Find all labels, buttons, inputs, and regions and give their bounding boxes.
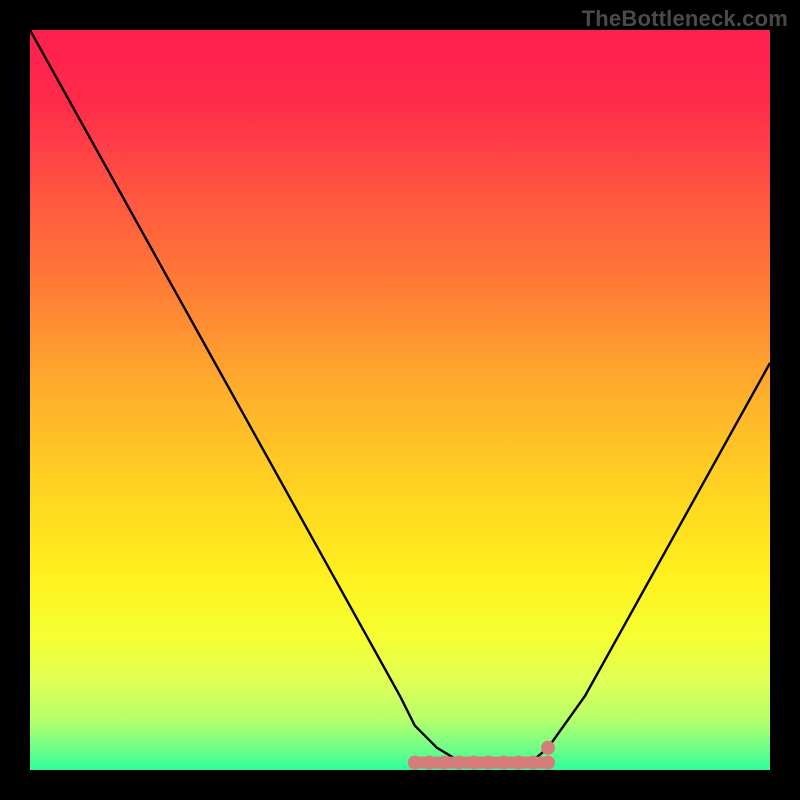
optimal-range-dot xyxy=(437,756,451,770)
bottleneck-plot xyxy=(30,30,770,770)
plot-svg xyxy=(30,30,770,770)
optimal-range-dot xyxy=(482,756,496,770)
optimal-range-edge-dot xyxy=(541,741,555,755)
optimal-range-dot xyxy=(541,756,555,770)
optimal-range-dot xyxy=(526,756,540,770)
optimal-range-dot xyxy=(452,756,466,770)
optimal-range-dot xyxy=(497,756,511,770)
optimal-range-dot xyxy=(511,756,525,770)
optimal-range-dot xyxy=(467,756,481,770)
watermark-text: TheBottleneck.com xyxy=(582,6,788,32)
gradient-background xyxy=(30,30,770,770)
optimal-range-dot xyxy=(408,756,422,770)
optimal-range-dot xyxy=(423,756,437,770)
app-frame: TheBottleneck.com xyxy=(0,0,800,800)
